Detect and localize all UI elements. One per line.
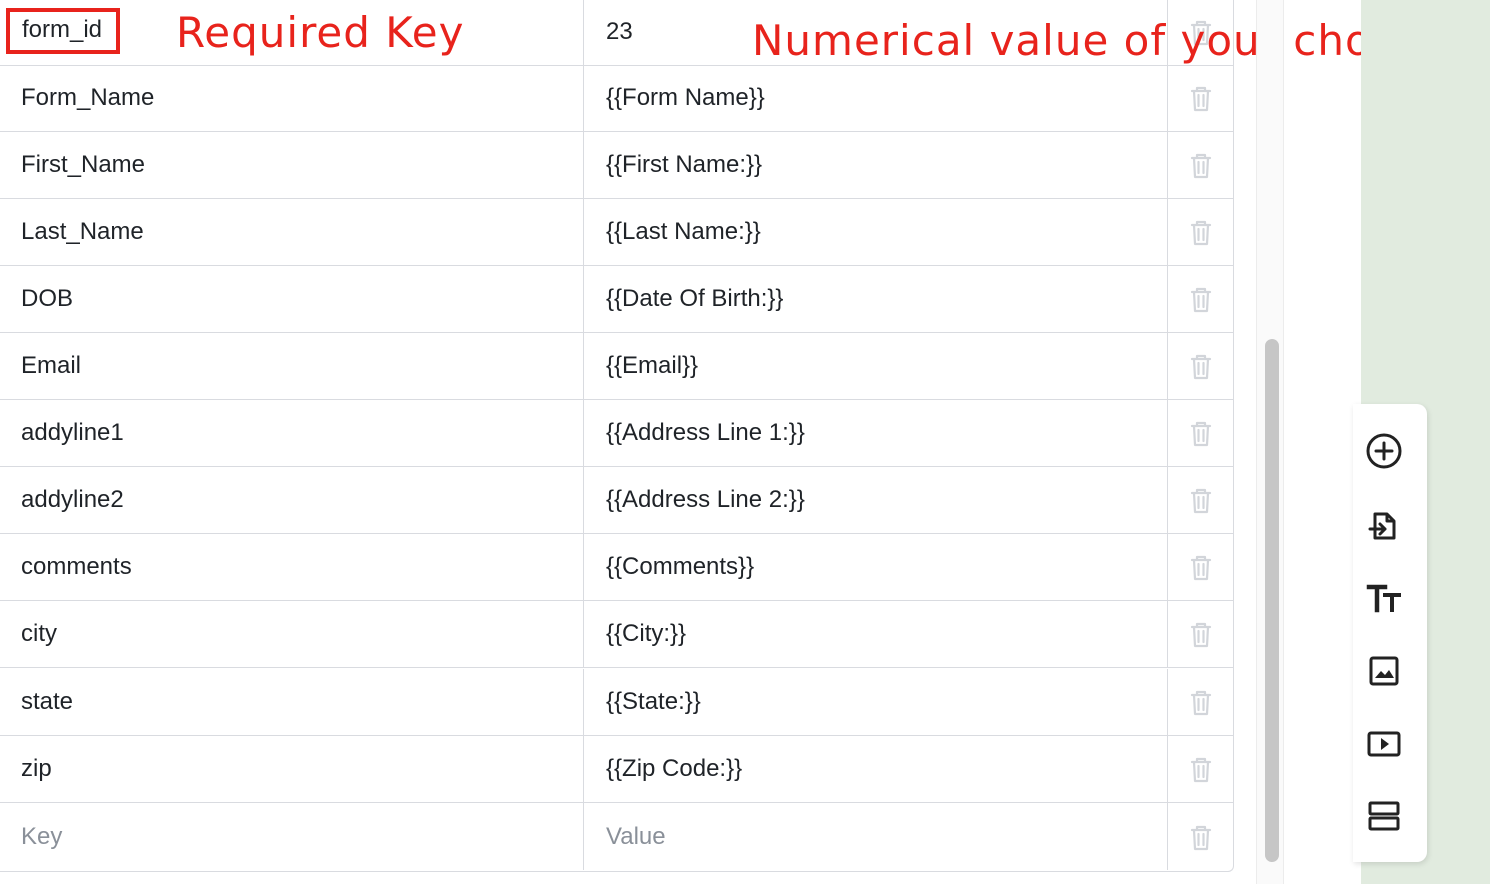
video-icon[interactable] (1361, 720, 1407, 766)
trash-icon[interactable] (1187, 217, 1215, 247)
import-file-icon[interactable] (1361, 502, 1407, 548)
row-actions (1167, 132, 1233, 198)
value-cell[interactable]: {{Address Line 1:}} (583, 400, 1168, 466)
trash-icon[interactable] (1187, 351, 1215, 381)
table-row: addyline1 {{Address Line 1:}} (0, 400, 1233, 467)
key-cell[interactable]: state (0, 669, 583, 735)
value-cell[interactable]: {{Address Line 2:}} (583, 467, 1168, 533)
table-row: comments {{Comments}} (0, 534, 1233, 601)
row-actions (1167, 199, 1233, 265)
new-row: Key Value (0, 803, 1233, 870)
value-cell[interactable]: {{Date Of Birth:}} (583, 266, 1168, 332)
new-key-input[interactable]: Key (0, 803, 583, 870)
key-cell[interactable]: Last_Name (0, 199, 583, 265)
key-cell[interactable]: Email (0, 333, 583, 399)
key-text: form_id (6, 8, 121, 54)
trash-icon[interactable] (1187, 83, 1215, 113)
value-cell[interactable]: {{First Name:}} (583, 132, 1168, 198)
table-row: zip {{Zip Code:}} (0, 736, 1233, 803)
trash-icon[interactable] (1187, 754, 1215, 784)
row-actions (1167, 400, 1233, 466)
key-cell[interactable]: Form_Name (0, 65, 583, 131)
key-cell[interactable]: DOB (0, 266, 583, 332)
row-actions (1167, 803, 1233, 870)
annotation-required-key: Required Key (176, 8, 465, 57)
trash-icon[interactable] (1187, 822, 1215, 852)
value-cell[interactable]: {{Comments}} (583, 534, 1168, 600)
trash-icon[interactable] (1187, 485, 1215, 515)
value-cell[interactable]: {{City:}} (583, 601, 1168, 667)
layout-rows-icon[interactable] (1361, 793, 1407, 839)
key-cell[interactable]: zip (0, 736, 583, 802)
value-cell[interactable]: {{Form Name}} (583, 65, 1168, 131)
row-actions (1167, 534, 1233, 600)
table-row: DOB {{Date Of Birth:}} (0, 266, 1233, 333)
text-icon[interactable] (1361, 575, 1407, 621)
image-icon[interactable] (1361, 647, 1407, 693)
key-cell[interactable]: First_Name (0, 132, 583, 198)
row-actions (1167, 736, 1233, 802)
value-cell[interactable]: {{Zip Code:}} (583, 736, 1168, 802)
table-row: First_Name {{First Name:}} (0, 132, 1233, 199)
table-row: Email {{Email}} (0, 333, 1233, 400)
trash-icon[interactable] (1187, 619, 1215, 649)
key-cell[interactable]: comments (0, 534, 583, 600)
row-actions (1167, 65, 1233, 131)
row-actions (1167, 669, 1233, 735)
table-row: state {{State:}} (0, 669, 1233, 736)
trash-icon[interactable] (1187, 284, 1215, 314)
table-row: Last_Name {{Last Name:}} (0, 199, 1233, 266)
app-stage: form_id 23 Form_Name {{Form Name}} First… (0, 0, 1490, 884)
key-cell[interactable]: city (0, 601, 583, 667)
table-row: city {{City:}} (0, 601, 1233, 668)
row-actions (1167, 333, 1233, 399)
trash-icon[interactable] (1187, 552, 1215, 582)
add-circle-icon[interactable] (1361, 428, 1407, 474)
trash-icon[interactable] (1187, 687, 1215, 717)
key-cell[interactable]: addyline2 (0, 467, 583, 533)
row-actions (1167, 601, 1233, 667)
key-cell[interactable]: addyline1 (0, 400, 583, 466)
row-actions (1167, 266, 1233, 332)
key-value-table: form_id 23 Form_Name {{Form Name}} First… (0, 0, 1234, 872)
table-row: Form_Name {{Form Name}} (0, 65, 1233, 132)
trash-icon[interactable] (1187, 150, 1215, 180)
table-row: addyline2 {{Address Line 2:}} (0, 467, 1233, 534)
value-cell[interactable]: {{Email}} (583, 333, 1168, 399)
trash-icon[interactable] (1187, 418, 1215, 448)
scrollbar-thumb[interactable] (1265, 339, 1279, 862)
editor-toolbar (1353, 404, 1427, 862)
new-value-input[interactable]: Value (583, 803, 1168, 870)
row-actions (1167, 467, 1233, 533)
value-cell[interactable]: {{State:}} (583, 669, 1168, 735)
value-cell[interactable]: {{Last Name:}} (583, 199, 1168, 265)
